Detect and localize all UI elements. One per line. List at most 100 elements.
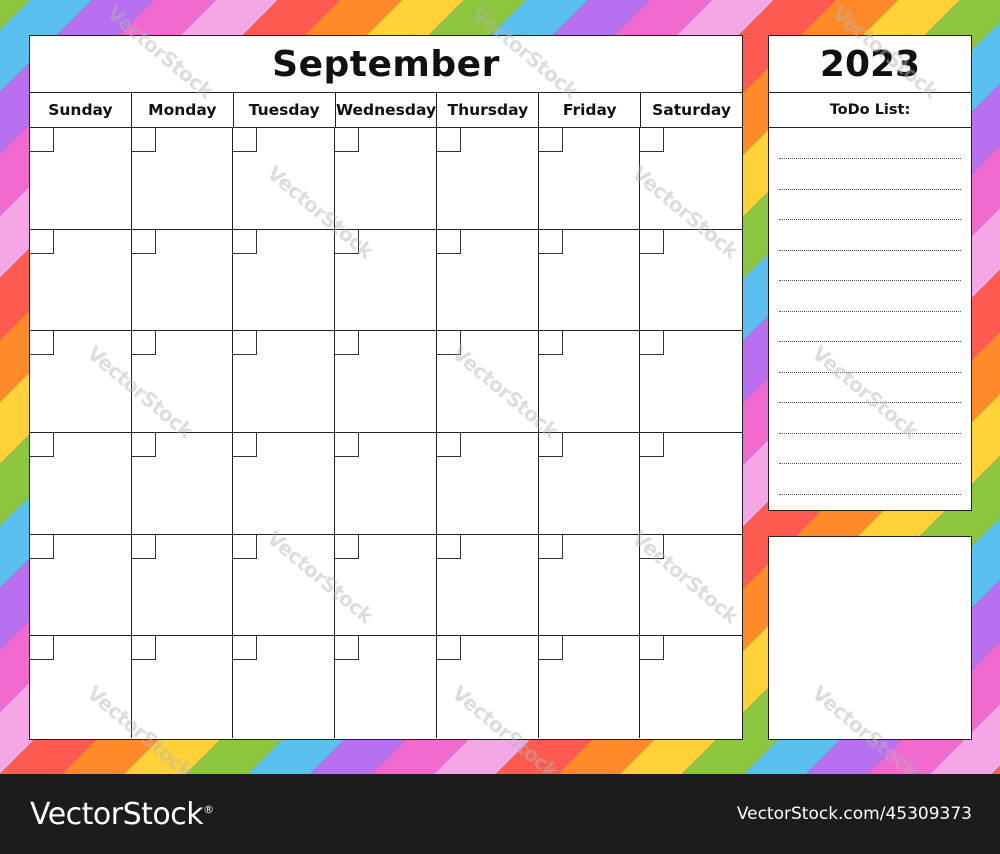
day-cell[interactable] bbox=[131, 534, 234, 637]
day-cell[interactable] bbox=[30, 534, 132, 637]
date-number-box[interactable] bbox=[436, 229, 461, 254]
date-number-box[interactable] bbox=[131, 636, 156, 661]
day-cell[interactable] bbox=[335, 432, 437, 535]
date-number-box[interactable] bbox=[30, 534, 54, 559]
day-cell[interactable] bbox=[640, 128, 742, 230]
date-number-box[interactable] bbox=[30, 128, 54, 152]
day-cell[interactable] bbox=[538, 432, 641, 535]
day-cell[interactable] bbox=[436, 331, 539, 433]
date-number-box[interactable] bbox=[30, 229, 54, 254]
day-cell[interactable] bbox=[640, 432, 742, 535]
date-number-box[interactable] bbox=[30, 636, 54, 661]
date-number-box[interactable] bbox=[335, 636, 360, 661]
day-cell[interactable] bbox=[335, 534, 437, 637]
todo-line[interactable] bbox=[779, 463, 961, 464]
day-cell[interactable] bbox=[335, 128, 437, 230]
date-number-box[interactable] bbox=[233, 432, 258, 457]
date-number-box[interactable] bbox=[436, 432, 461, 457]
date-number-box[interactable] bbox=[233, 128, 258, 152]
day-cell[interactable] bbox=[131, 432, 234, 535]
date-number-box[interactable] bbox=[131, 229, 156, 254]
date-number-box[interactable] bbox=[538, 636, 563, 661]
date-number-box[interactable] bbox=[335, 432, 360, 457]
day-cell[interactable] bbox=[538, 229, 641, 332]
day-cell[interactable] bbox=[538, 534, 641, 637]
todo-line[interactable] bbox=[779, 402, 961, 403]
day-cell[interactable] bbox=[538, 331, 641, 433]
day-cell[interactable] bbox=[436, 636, 539, 738]
day-cell[interactable] bbox=[131, 636, 234, 738]
day-cell[interactable] bbox=[30, 432, 132, 535]
date-number-box[interactable] bbox=[538, 229, 563, 254]
todo-line[interactable] bbox=[779, 432, 961, 434]
todo-line[interactable] bbox=[779, 249, 961, 251]
date-number-box[interactable] bbox=[233, 229, 258, 254]
weekday-sunday: Sunday bbox=[30, 93, 132, 127]
day-cell[interactable] bbox=[233, 534, 336, 637]
day-cell[interactable] bbox=[335, 331, 437, 433]
day-cell[interactable] bbox=[131, 229, 234, 332]
day-cell[interactable] bbox=[436, 128, 539, 230]
date-number-box[interactable] bbox=[436, 331, 461, 356]
day-cell[interactable] bbox=[233, 636, 336, 738]
day-cell[interactable] bbox=[131, 128, 234, 230]
day-cell[interactable] bbox=[233, 432, 336, 535]
date-number-box[interactable] bbox=[538, 534, 563, 559]
date-number-box[interactable] bbox=[640, 128, 665, 152]
day-cell[interactable] bbox=[640, 229, 742, 332]
todo-line[interactable] bbox=[779, 280, 961, 281]
date-number-box[interactable] bbox=[640, 331, 665, 356]
day-cell[interactable] bbox=[30, 128, 132, 230]
day-cell[interactable] bbox=[131, 331, 234, 433]
day-cell[interactable] bbox=[335, 229, 437, 332]
date-number-box[interactable] bbox=[640, 432, 665, 457]
date-number-box[interactable] bbox=[436, 534, 461, 559]
date-number-box[interactable] bbox=[30, 331, 54, 356]
todo-line[interactable] bbox=[779, 341, 961, 342]
day-cell[interactable] bbox=[233, 331, 336, 433]
todo-line[interactable] bbox=[779, 371, 961, 373]
brand-logo: VectorStock® bbox=[30, 797, 214, 832]
todo-line[interactable] bbox=[779, 158, 961, 159]
day-cell[interactable] bbox=[30, 636, 132, 738]
date-number-box[interactable] bbox=[131, 432, 156, 457]
day-cell[interactable] bbox=[436, 229, 539, 332]
day-cell[interactable] bbox=[30, 331, 132, 433]
date-number-box[interactable] bbox=[335, 229, 360, 254]
date-number-box[interactable] bbox=[30, 432, 54, 457]
notes-box[interactable] bbox=[768, 536, 972, 740]
day-cell[interactable] bbox=[538, 636, 641, 738]
date-number-box[interactable] bbox=[131, 128, 156, 152]
day-cell[interactable] bbox=[538, 128, 641, 230]
day-cell[interactable] bbox=[436, 534, 539, 637]
date-number-box[interactable] bbox=[233, 534, 258, 559]
day-cell[interactable] bbox=[30, 229, 132, 332]
date-number-box[interactable] bbox=[538, 432, 563, 457]
date-number-box[interactable] bbox=[538, 128, 563, 152]
weekday-thursday: Thursday bbox=[437, 93, 540, 127]
date-number-box[interactable] bbox=[436, 636, 461, 661]
date-number-box[interactable] bbox=[640, 229, 665, 254]
day-cell[interactable] bbox=[436, 432, 539, 535]
day-cell[interactable] bbox=[640, 534, 742, 637]
date-number-box[interactable] bbox=[131, 331, 156, 356]
day-cell[interactable] bbox=[335, 636, 437, 738]
date-number-box[interactable] bbox=[233, 331, 258, 356]
day-cell[interactable] bbox=[640, 331, 742, 433]
todo-line[interactable] bbox=[779, 493, 961, 495]
day-cell[interactable] bbox=[233, 229, 336, 332]
date-number-box[interactable] bbox=[335, 534, 360, 559]
date-number-box[interactable] bbox=[335, 128, 360, 152]
date-number-box[interactable] bbox=[640, 636, 665, 661]
todo-line[interactable] bbox=[779, 310, 961, 312]
date-number-box[interactable] bbox=[538, 331, 563, 356]
day-cell[interactable] bbox=[640, 636, 742, 738]
date-number-box[interactable] bbox=[335, 331, 360, 356]
todo-line[interactable] bbox=[779, 188, 961, 190]
date-number-box[interactable] bbox=[436, 128, 461, 152]
day-cell[interactable] bbox=[233, 128, 336, 230]
date-number-box[interactable] bbox=[233, 636, 258, 661]
date-number-box[interactable] bbox=[640, 534, 665, 559]
todo-line[interactable] bbox=[779, 219, 961, 220]
date-number-box[interactable] bbox=[131, 534, 156, 559]
